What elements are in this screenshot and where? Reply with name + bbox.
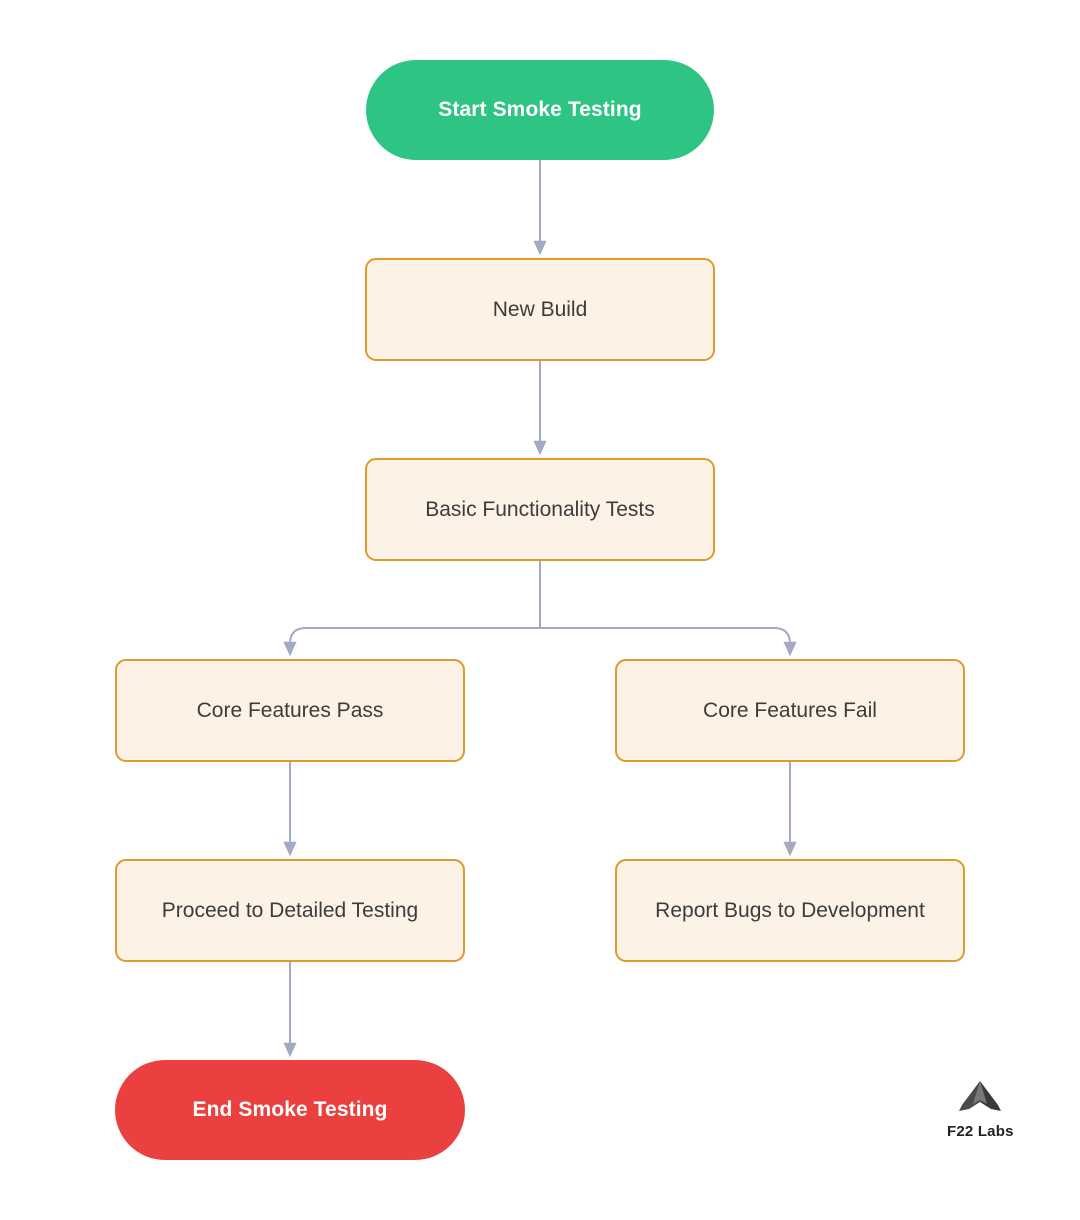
edge-basic-functionality-tests-to-core-features-pass — [283, 627, 540, 657]
brand-watermark: F22 Labs — [947, 1080, 1014, 1140]
connector-layer — [283, 160, 797, 1058]
node-start[interactable]: Start Smoke Testing — [366, 60, 714, 160]
node-core-features-pass[interactable]: Core Features Pass — [115, 659, 465, 762]
node-report-bugs-to-development[interactable]: Report Bugs to Development — [615, 859, 965, 962]
flowchart-canvas: Start Smoke Testing New Build Basic Func… — [0, 0, 1080, 1220]
stealth-plane-icon — [959, 1081, 1002, 1111]
node-new-build[interactable]: New Build — [365, 258, 715, 361]
node-new-build-label: New Build — [492, 297, 588, 321]
edge-basic-functionality-tests-to-core-features-fail — [540, 627, 797, 657]
node-end[interactable]: End Smoke Testing — [115, 1060, 465, 1160]
node-core-features-fail-label: Core Features Fail — [703, 698, 877, 722]
node-basic-functionality-tests-label: Basic Functionality Tests — [425, 497, 655, 521]
node-start-label: Start Smoke Testing — [438, 98, 642, 122]
brand-name-label: F22 Labs — [947, 1123, 1014, 1140]
node-basic-functionality-tests[interactable]: Basic Functionality Tests — [365, 458, 715, 561]
node-end-label: End Smoke Testing — [192, 1098, 388, 1122]
node-core-features-pass-label: Core Features Pass — [196, 698, 384, 722]
node-proceed-to-detailed-testing[interactable]: Proceed to Detailed Testing — [115, 859, 465, 962]
node-report-bugs-to-development-label: Report Bugs to Development — [655, 898, 925, 922]
node-proceed-to-detailed-testing-label: Proceed to Detailed Testing — [161, 898, 419, 922]
node-core-features-fail[interactable]: Core Features Fail — [615, 659, 965, 762]
